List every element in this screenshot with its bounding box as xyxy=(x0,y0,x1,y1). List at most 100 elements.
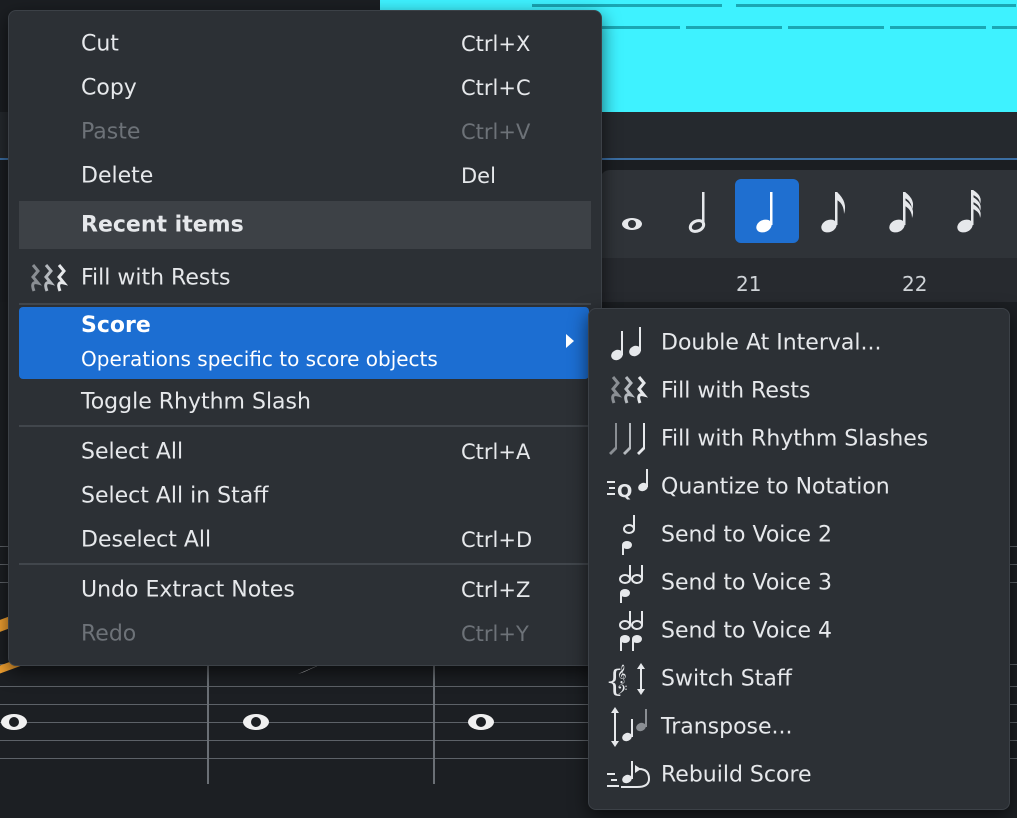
score-title: Score xyxy=(81,313,151,338)
voice-3-icon xyxy=(619,565,643,603)
submenu-item-label: Switch Staff xyxy=(661,666,792,692)
quarter-note-button[interactable] xyxy=(735,179,799,243)
thirty-second-note-icon xyxy=(957,190,981,233)
menu-item-label: Delete xyxy=(81,163,154,189)
submenu-item-fill-with-rests[interactable]: Fill with Rests xyxy=(595,368,1003,414)
menu-separator xyxy=(19,563,591,565)
whole-note-icon xyxy=(622,218,642,230)
menu-item-label: Fill with Rests xyxy=(81,265,231,291)
cyan-event-line xyxy=(600,26,680,29)
menu-item-shortcut: Ctrl+D xyxy=(461,528,533,552)
bar-number: 22 xyxy=(902,272,928,296)
submenu-arrow-icon xyxy=(566,334,574,348)
thirty-second-note-button[interactable] xyxy=(938,179,1002,243)
menu-item-shortcut: Ctrl+X xyxy=(461,32,531,56)
menu-item-label: Paste xyxy=(81,119,141,145)
barline xyxy=(433,664,435,784)
submenu-item-send-to-voice-4[interactable]: Send to Voice 4 xyxy=(595,608,1003,654)
cyan-event-line xyxy=(736,4,1016,7)
submenu-item-label: Double At Interval... xyxy=(661,330,882,356)
rebuild-score-icon xyxy=(607,761,651,788)
rests-icon xyxy=(31,264,69,292)
menu-item-shortcut: Ctrl+C xyxy=(461,76,531,100)
bar-ruler[interactable]: 21 22 xyxy=(600,258,1017,302)
submenu-item-rebuild-score[interactable]: Rebuild Score xyxy=(595,752,1003,798)
whole-note[interactable] xyxy=(0,713,28,731)
note-duration-toolbar xyxy=(600,170,1017,258)
voice-4-icon xyxy=(619,611,643,651)
menu-item-fill-with-rests[interactable]: Fill with Rests xyxy=(19,256,591,300)
eighth-note-button[interactable] xyxy=(802,179,866,243)
submenu-item-label: Rebuild Score xyxy=(661,762,812,788)
menu-item-label: Redo xyxy=(81,621,137,647)
menu-item-cut[interactable]: Cut Ctrl+X xyxy=(19,22,591,66)
submenu-item-quantize-to-notation[interactable]: Q Quantize to Notation xyxy=(595,464,1003,510)
menu-item-label: Undo Extract Notes xyxy=(81,577,295,603)
svg-text:Q: Q xyxy=(617,481,632,502)
barline xyxy=(207,664,209,784)
submenu-item-label: Quantize to Notation xyxy=(661,474,890,500)
menu-item-shortcut: Ctrl+V xyxy=(461,120,531,144)
menu-item-label: Select All xyxy=(81,439,184,465)
menu-item-undo[interactable]: Undo Extract Notes Ctrl+Z xyxy=(19,568,591,612)
whole-note-button[interactable] xyxy=(600,179,664,243)
submenu-item-send-to-voice-3[interactable]: Send to Voice 3 xyxy=(595,560,1003,606)
menu-item-toggle-rhythm-slash[interactable]: Toggle Rhythm Slash xyxy=(19,380,591,424)
cyan-event-line xyxy=(686,26,782,29)
cyan-event-line xyxy=(992,26,1017,29)
submenu-item-label: Transpose... xyxy=(661,714,793,740)
svg-text:𝄞: 𝄞 xyxy=(617,664,626,684)
menu-item-select-all-in-staff[interactable]: Select All in Staff xyxy=(19,474,591,518)
submenu-item-send-to-voice-2[interactable]: Send to Voice 2 xyxy=(595,512,1003,558)
recent-items-label: Recent items xyxy=(81,212,244,238)
submenu-item-label: Send to Voice 4 xyxy=(661,618,833,644)
submenu-item-label: Fill with Rests xyxy=(661,378,811,404)
recent-items-header: Recent items xyxy=(19,201,591,249)
submenu-item-label: Send to Voice 3 xyxy=(661,570,833,596)
double-notes-icon xyxy=(611,327,641,361)
quantize-icon: Q xyxy=(607,469,648,502)
submenu-item-label: Fill with Rhythm Slashes xyxy=(661,426,929,452)
cyan-event-line xyxy=(788,26,884,29)
menu-item-label: Copy xyxy=(81,75,137,101)
cyan-event-line xyxy=(890,26,986,29)
menu-item-redo: Redo Ctrl+Y xyxy=(19,612,591,656)
menu-item-copy[interactable]: Copy Ctrl+C xyxy=(19,66,591,110)
svg-text:𝄢: 𝄢 xyxy=(617,682,627,699)
submenu-item-double-at-interval[interactable]: Double At Interval... xyxy=(595,320,1003,366)
eighth-note-icon xyxy=(821,192,846,233)
quarter-note-icon xyxy=(756,192,773,233)
menu-item-shortcut: Ctrl+A xyxy=(461,440,531,464)
menu-item-shortcut: Del xyxy=(461,164,496,188)
context-menu: Cut Ctrl+X Copy Ctrl+C Paste Ctrl+V Dele… xyxy=(8,10,602,666)
menu-item-label: Select All in Staff xyxy=(81,483,269,509)
menu-item-shortcut: Ctrl+Z xyxy=(461,578,531,602)
whole-note[interactable] xyxy=(242,713,270,731)
cyan-event-line xyxy=(532,4,722,7)
rests-icon xyxy=(611,376,649,404)
half-note-button[interactable] xyxy=(668,179,732,243)
score-submenu: Double At Interval... Fill with Rests Fi… xyxy=(588,308,1010,810)
submenu-item-fill-with-rhythm-slashes[interactable]: Fill with Rhythm Slashes xyxy=(595,416,1003,462)
submenu-item-switch-staff[interactable]: { 𝄞 𝄢 Switch Staff xyxy=(595,656,1003,702)
submenu-item-label: Send to Voice 2 xyxy=(661,522,833,548)
menu-item-select-all[interactable]: Select All Ctrl+A xyxy=(19,430,591,474)
rhythm-slashes-icon xyxy=(609,423,645,455)
transpose-icon xyxy=(611,707,647,747)
menu-item-score[interactable]: Score Operations specific to score objec… xyxy=(19,307,589,379)
menu-item-label: Cut xyxy=(81,31,119,57)
voice-2-icon xyxy=(622,515,635,555)
half-note-icon xyxy=(688,192,706,233)
sixteenth-note-icon xyxy=(889,192,914,233)
sixteenth-note-button[interactable] xyxy=(870,179,934,243)
menu-item-paste: Paste Ctrl+V xyxy=(19,110,591,154)
score-subtitle: Operations specific to score objects xyxy=(81,347,438,371)
menu-separator xyxy=(19,425,591,427)
submenu-item-transpose[interactable]: Transpose... xyxy=(595,704,1003,750)
switch-staff-icon: { 𝄞 𝄢 xyxy=(605,663,645,699)
menu-item-delete[interactable]: Delete Del xyxy=(19,154,591,198)
menu-item-deselect-all[interactable]: Deselect All Ctrl+D xyxy=(19,518,591,562)
bar-number: 21 xyxy=(736,272,762,296)
menu-separator xyxy=(19,303,591,305)
whole-note[interactable] xyxy=(467,713,495,731)
